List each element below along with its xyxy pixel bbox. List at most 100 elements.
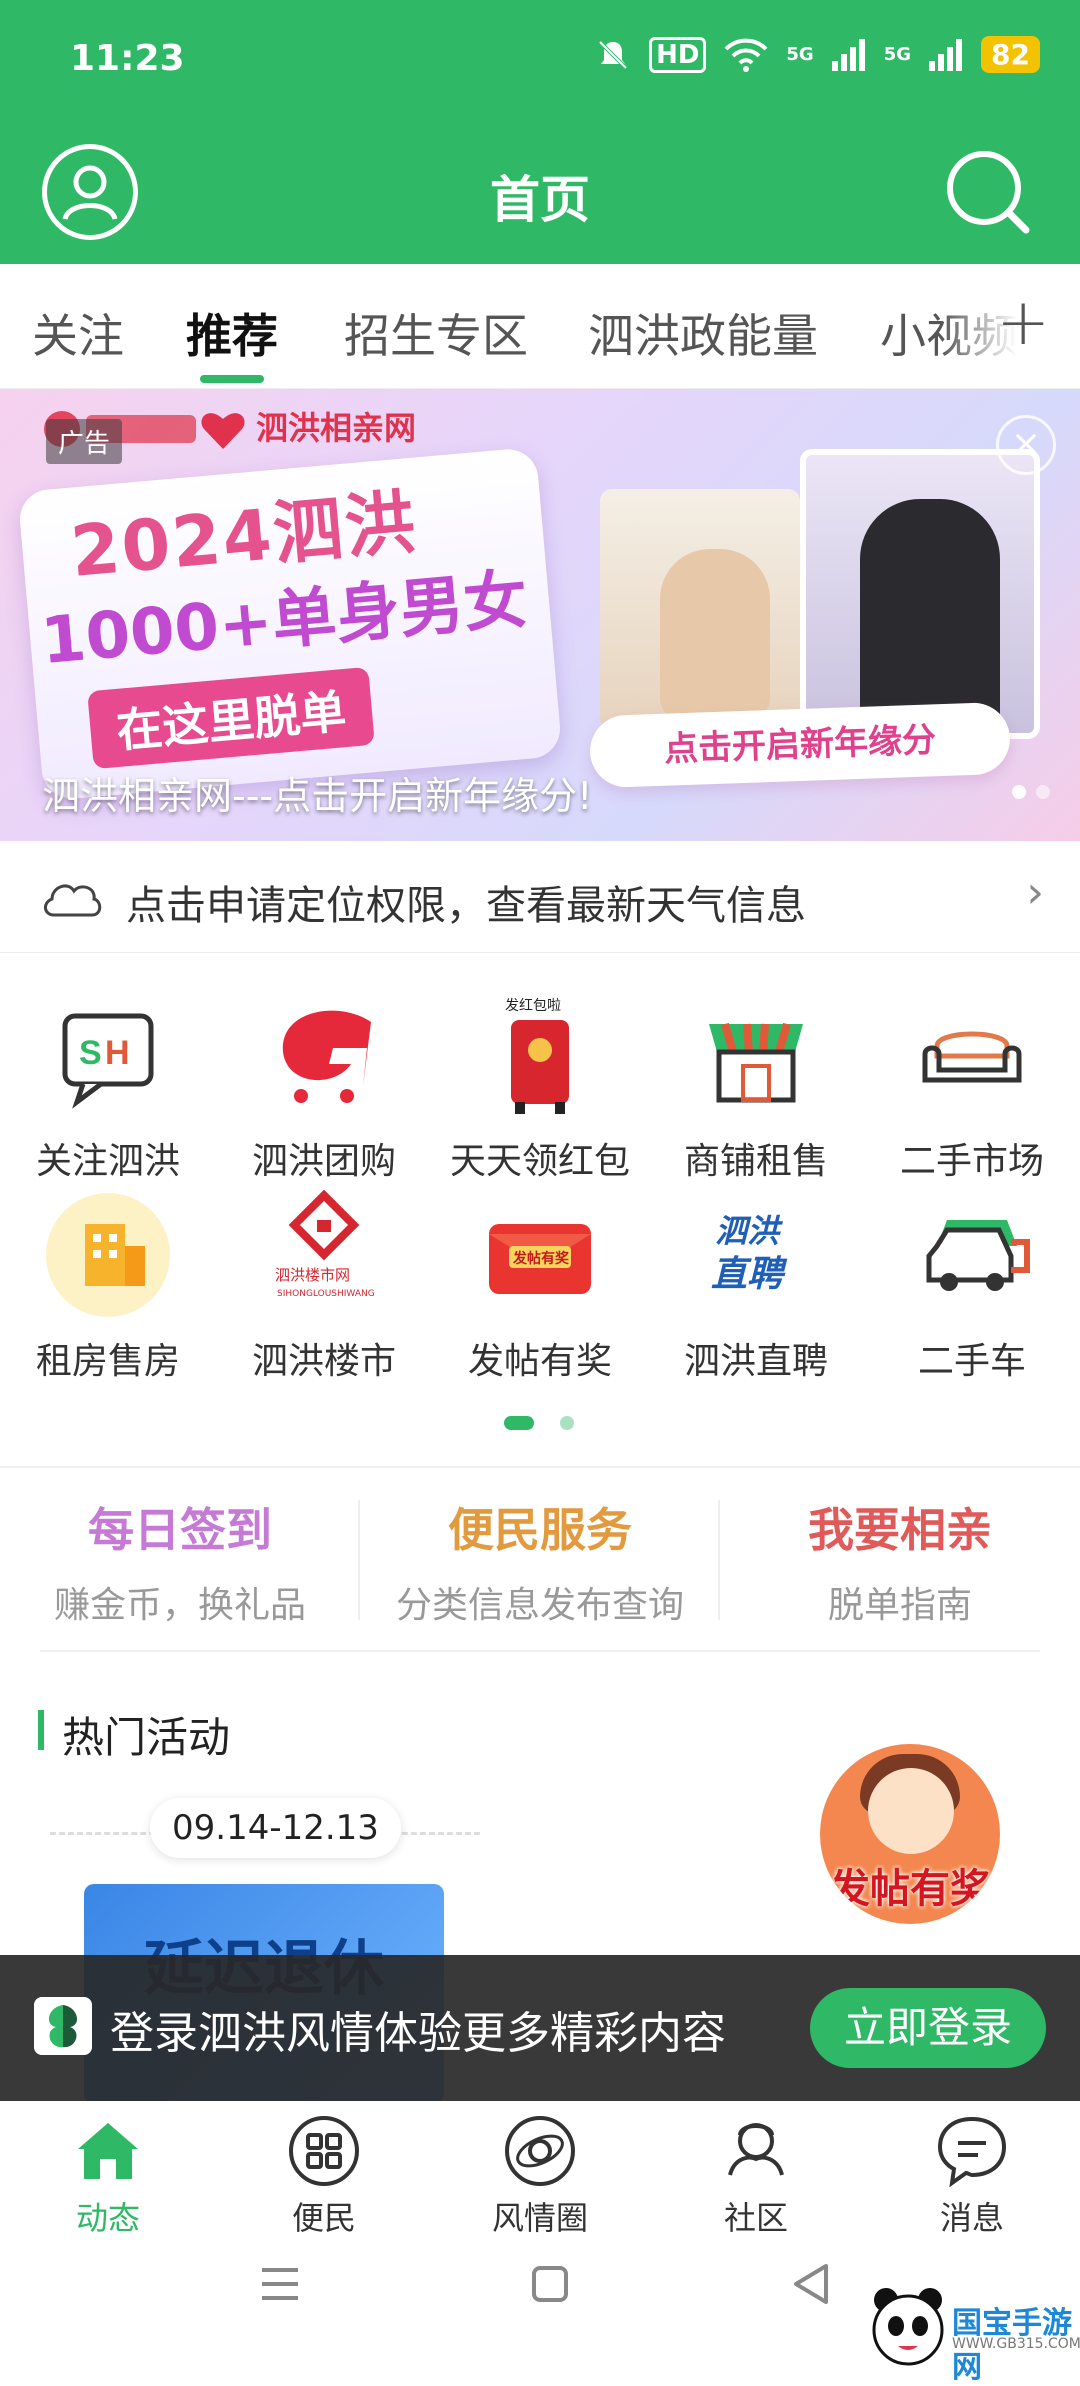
grid-item-used-car[interactable]: 二手车 (864, 1190, 1080, 1384)
svg-text:直聘: 直聘 (711, 1254, 788, 1295)
tab-bar: 关注 推荐 招生专区 泗洪政能量 小视频 + (0, 264, 1080, 389)
building-icon (46, 1193, 170, 1317)
close-icon[interactable]: × (996, 415, 1056, 475)
nav-messages[interactable]: 消息 (864, 2115, 1080, 2239)
woman-figure (660, 549, 770, 719)
heart-logo-icon (201, 413, 245, 449)
svg-text:泗洪: 泗洪 (715, 1212, 783, 1250)
hot-activities-heading: 热门活动 (38, 1704, 230, 1765)
svg-text:S: S (79, 1034, 102, 1072)
service-subtitle: 脱单指南 (827, 1585, 972, 1626)
service-subtitle: 分类信息发布查询 (395, 1585, 684, 1626)
chat-bubble-icon (937, 2116, 1007, 2188)
grid-label: 商铺租售 (683, 1141, 828, 1182)
login-prompt-bar: 登录泗洪风情体验更多精彩内容 立即登录 (0, 1955, 1080, 2101)
banner-cta: 点击开启新年缘分 (588, 701, 1012, 789)
orbit-icon (505, 2116, 575, 2186)
svg-text:发帖有奖: 发帖有奖 (512, 1250, 570, 1267)
tab-recommend[interactable]: 推荐 (186, 300, 278, 366)
grid-item-recruit[interactable]: 泗洪 直聘 泗洪直聘 (648, 1190, 864, 1384)
status-bar: 11:23 HD 5G 5G 82 (0, 0, 1080, 120)
service-matchmaking[interactable]: 我要相亲 脱单指南 (720, 1494, 1080, 1628)
grid-label: 泗洪直聘 (683, 1341, 828, 1382)
recruit-icon: 泗洪 直聘 (711, 1212, 788, 1295)
signal-5g-2: 5G (883, 44, 912, 65)
cloud-icon (44, 884, 102, 917)
shop-icon (709, 1022, 803, 1103)
nav-moments[interactable]: 风情圈 (432, 2115, 648, 2239)
mute-bell-icon (598, 40, 628, 69)
grid-label: 租房售房 (35, 1341, 180, 1382)
svg-text:SIHONGLOUSHIWANG: SIHONGLOUSHIWANG (277, 1289, 375, 1299)
back-triangle-icon[interactable] (790, 2262, 832, 2306)
service-title: 每日签到 (88, 1503, 272, 1557)
signal-bars-icon-2 (929, 38, 963, 71)
sofa-icon (922, 1031, 1022, 1083)
service-title: 便民服务 (448, 1503, 632, 1557)
service-daily-checkin[interactable]: 每日签到 赚金币，换礼品 (0, 1494, 360, 1628)
weather-row[interactable]: 点击申请定位权限，查看最新天气信息 › (0, 841, 1080, 953)
grid-item-second-hand[interactable]: 二手市场 (864, 990, 1080, 1184)
post-reward-promo[interactable]: 发帖有奖 (820, 1744, 1000, 1924)
grid-label: 二手车 (917, 1341, 1026, 1382)
grid-item-follow-sihong[interactable]: S H 关注泗洪 (0, 990, 216, 1184)
house-diamond-icon: 泗洪楼市网 SIHONGLOUSHIWANG (275, 1189, 375, 1299)
grid-label: 泗洪楼市 (251, 1341, 396, 1382)
grid-item-shop-rent[interactable]: 商铺租售 (648, 990, 864, 1184)
hd-icon: HD (649, 36, 707, 73)
grid-label: 关注泗洪 (35, 1141, 180, 1182)
car-icon (926, 1220, 1030, 1291)
ad-label: 广告 (46, 419, 123, 464)
signal-5g-1: 5G (786, 44, 814, 65)
nav-convenience[interactable]: 便民 (216, 2115, 432, 2239)
nav-feed[interactable]: 动态 (0, 2115, 216, 2239)
red-envelope-icon: 发红包啦 (505, 997, 569, 1114)
svg-text:H: H (105, 1034, 130, 1072)
apps-grid-icon (289, 2116, 359, 2186)
g-cart-icon (282, 1010, 371, 1103)
service-convenience[interactable]: 便民服务 分类信息发布查询 (360, 1494, 720, 1628)
nav-community[interactable]: 社区 (648, 2115, 864, 2239)
login-button[interactable]: 立即登录 (810, 1988, 1046, 2068)
search-button[interactable] (940, 144, 1040, 244)
home-square-icon[interactable] (530, 2264, 570, 2304)
search-icon (947, 151, 1030, 234)
tab-enrollment[interactable]: 招生专区 (344, 300, 528, 366)
home-icon (78, 2123, 138, 2179)
community-icon (728, 2123, 784, 2176)
promo-text: 发帖有奖 (830, 1866, 990, 1912)
grid-item-post-reward[interactable]: 发帖有奖 发帖有奖 (432, 1190, 648, 1384)
grid-item-housing[interactable]: 租房售房 (0, 1190, 216, 1384)
grid-item-red-packet[interactable]: 发红包啦 天天领红包 (432, 990, 648, 1184)
grid-item-real-estate[interactable]: 泗洪楼市网 SIHONGLOUSHIWANG 泗洪楼市 (216, 1189, 432, 1384)
tab-active-indicator (200, 375, 264, 383)
grid-item-group-buy[interactable]: 泗洪团购 (216, 990, 432, 1184)
ad-banner[interactable]: 广告 泗洪相亲网 2024泗洪 1000+单身男女 在这里脱单 点击开启新年缘分… (0, 389, 1080, 841)
grid-pager (0, 1414, 1080, 1434)
menu-icon[interactable] (258, 2264, 302, 2304)
sh-chat-icon: S H (62, 1013, 154, 1109)
status-icons: HD 5G 5G 82 (595, 36, 1040, 73)
grid-label: 发帖有奖 (467, 1341, 612, 1382)
svg-text:发红包啦: 发红包啦 (505, 997, 561, 1014)
svg-text:泗洪楼市网: 泗洪楼市网 (275, 1266, 350, 1284)
site-watermark: 国宝手游网 WWW.GB315.COM (860, 2272, 1080, 2385)
man-figure (860, 499, 1000, 729)
login-prompt-text: 登录泗洪风情体验更多精彩内容 (110, 2008, 726, 2059)
add-tab-icon[interactable]: + (996, 286, 1050, 360)
service-title: 我要相亲 (808, 1503, 992, 1557)
bottom-navigation: 动态 便民 风情圈 社区 消息 (0, 2101, 1080, 2239)
app-header: 首页 (0, 120, 1080, 264)
banner-pager (1012, 785, 1050, 799)
weather-text: 点击申请定位权限，查看最新天气信息 (126, 883, 806, 929)
grid-label: 泗洪团购 (251, 1141, 396, 1182)
panda-logo-icon (872, 2288, 944, 2366)
grid-label: 天天领红包 (449, 1141, 630, 1182)
page-title: 首页 (490, 171, 590, 229)
service-subtitle: 赚金币，换礼品 (53, 1585, 306, 1626)
tab-follow[interactable]: 关注 (32, 300, 124, 366)
wifi-icon (724, 38, 768, 72)
chevron-right-icon: › (1026, 867, 1044, 918)
banner-caption: 泗洪相亲网---点击开启新年缘分! (42, 774, 593, 818)
tab-government[interactable]: 泗洪政能量 (588, 300, 818, 366)
